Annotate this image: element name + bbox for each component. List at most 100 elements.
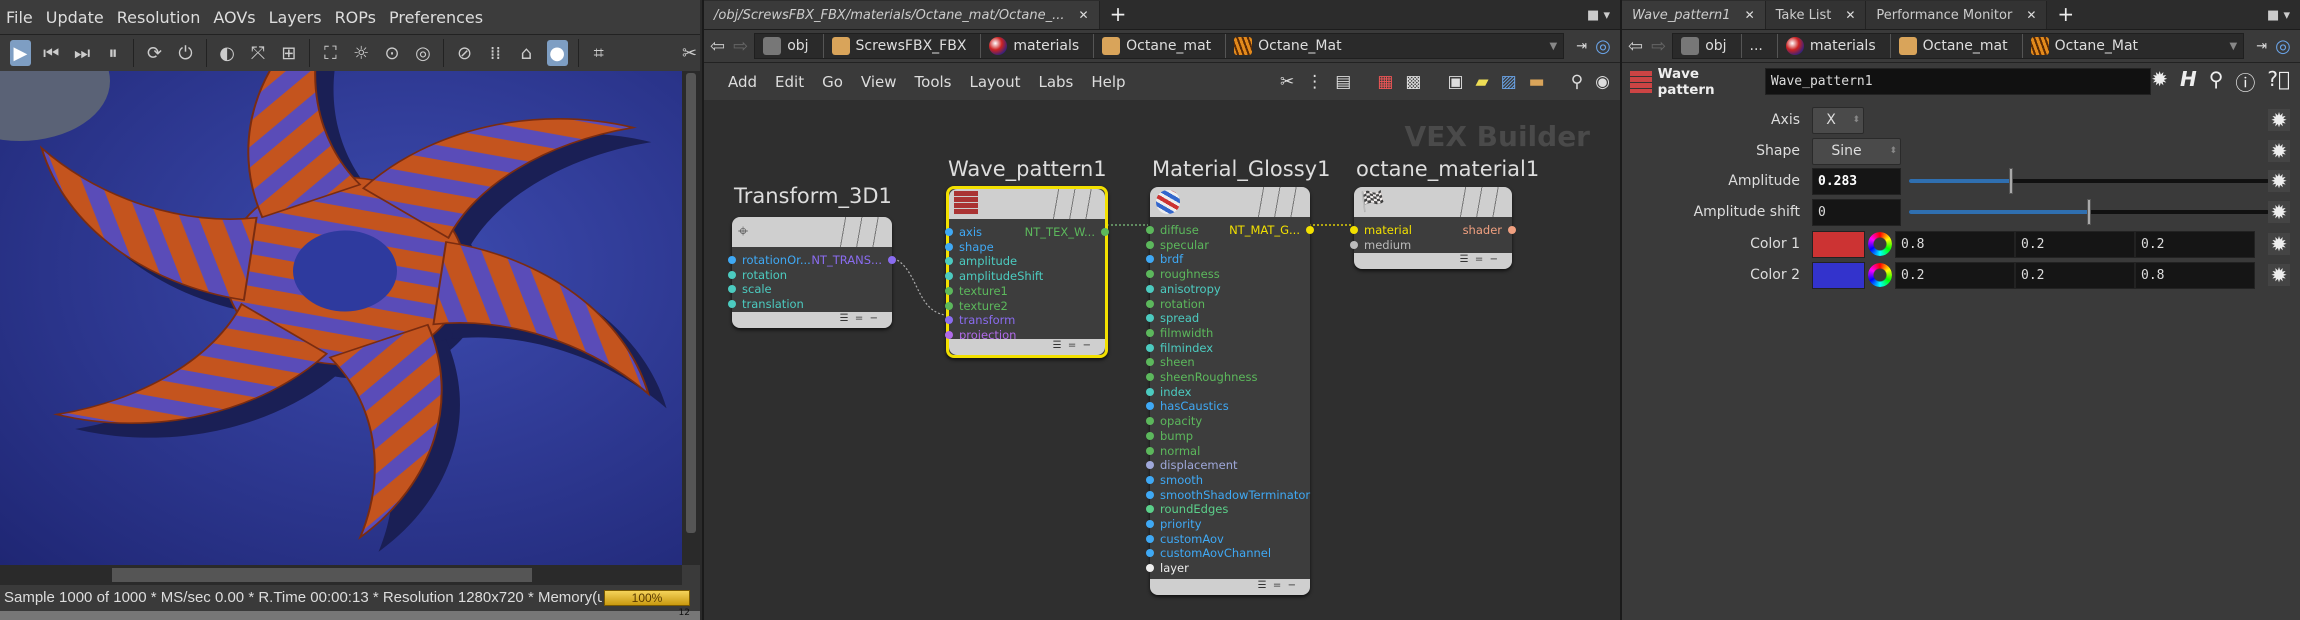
node-material-glossy[interactable]: diffuse specular brdf roughness anisotropy ro…	[1146, 187, 1314, 595]
input-port-roughness[interactable]: roughness	[1146, 267, 1220, 281]
output-port[interactable]: NT_TRANS...	[811, 253, 896, 267]
input-port-index[interactable]: index	[1146, 385, 1191, 399]
help-icon[interactable]: ?⃝	[2267, 67, 2290, 96]
tab-wave-pattern[interactable]: Wave_pattern1 ✕	[1622, 1, 1766, 29]
play-icon[interactable]: ▶	[10, 40, 31, 66]
port-dot[interactable]	[1146, 431, 1154, 440]
breadcrumb-materials[interactable]: materials	[981, 34, 1095, 58]
material-ball-icon[interactable]: ●	[546, 40, 568, 66]
previous-icon[interactable]: ⏮	[41, 40, 62, 66]
breadcrumb-dropdown-icon[interactable]: ▼	[1549, 41, 1557, 52]
add-layer-icon[interactable]: ⊞	[278, 40, 299, 66]
gear-icon[interactable]: ✹	[2151, 67, 2168, 96]
port-dot[interactable]	[1146, 299, 1154, 308]
menu-file[interactable]: File	[6, 8, 33, 27]
back-icon[interactable]: ⇦	[710, 36, 725, 57]
port-dot[interactable]	[1146, 461, 1154, 470]
breadcrumb-octane-mat-node[interactable]: Octane_Mat	[1226, 34, 1355, 58]
gear-icon[interactable]: ✹	[2268, 201, 2290, 223]
input-port-filmindex[interactable]: filmindex	[1146, 341, 1213, 355]
close-icon[interactable]: ✕	[1745, 8, 1755, 22]
tab-performance-monitor[interactable]: Performance Monitor ✕	[1866, 1, 2048, 29]
port-dot[interactable]	[1146, 387, 1154, 396]
breadcrumb-screwsfbx[interactable]: ScrewsFBX_FBX	[824, 34, 982, 58]
color1-g-field[interactable]: 0.2	[2015, 230, 2135, 258]
color1-b-field[interactable]: 0.2	[2135, 230, 2255, 258]
network-box-icon[interactable]: ▣	[1447, 72, 1463, 92]
input-port-rotation[interactable]: rotation	[728, 268, 787, 282]
port-dot[interactable]	[945, 330, 953, 339]
node-wave-pattern[interactable]: axis shape amplitude amplitudeShift texture1…	[945, 186, 1109, 358]
input-port-spread[interactable]: spread	[1146, 311, 1199, 325]
color2-swatch[interactable]	[1812, 261, 1865, 289]
port-dot[interactable]	[945, 228, 953, 236]
port-dot[interactable]	[1146, 564, 1154, 573]
color-wheel-icon[interactable]	[1868, 232, 1892, 256]
tools-icon[interactable]: ✂	[679, 40, 700, 66]
amplitude-shift-slider[interactable]	[1909, 199, 2269, 225]
gear-icon[interactable]: ✹	[2268, 233, 2290, 255]
pin-icon[interactable]: ⇥	[1576, 39, 1587, 54]
crop-icon[interactable]: ⌗	[588, 40, 609, 66]
port-dot[interactable]	[945, 316, 953, 325]
port-dot[interactable]	[1146, 534, 1154, 543]
port-dot[interactable]	[1508, 226, 1516, 234]
port-dot[interactable]	[1146, 490, 1154, 499]
port-dot[interactable]	[945, 286, 953, 295]
input-port-amplitudeShift[interactable]: amplitudeShift	[945, 269, 1043, 283]
menu-rops[interactable]: ROPs	[335, 8, 376, 27]
amplitude-slider[interactable]	[1909, 168, 2269, 194]
tab-take-list[interactable]: Take List ✕	[1765, 1, 1867, 29]
add-tab-icon[interactable]: +	[2047, 2, 2084, 29]
breadcrumb-octane-mat[interactable]: Octane_mat	[1094, 34, 1227, 58]
input-port-sheen[interactable]: sheen	[1146, 355, 1195, 369]
port-dot[interactable]	[1146, 226, 1154, 234]
sticky-note-icon[interactable]: ▰	[1476, 72, 1489, 92]
back-icon[interactable]: ⇦	[1628, 36, 1643, 57]
slider-handle[interactable]	[2087, 199, 2091, 225]
add-tab-icon[interactable]: +	[1100, 2, 1137, 29]
input-port-diffuse[interactable]: diffuse	[1146, 223, 1199, 237]
port-dot[interactable]	[1146, 520, 1154, 528]
menu-view[interactable]: View	[861, 73, 897, 91]
breadcrumb-octane-mat[interactable]: Octane_mat	[1891, 34, 2023, 58]
input-port-opacity[interactable]: opacity	[1146, 414, 1202, 428]
input-port-shape[interactable]: shape	[945, 240, 994, 254]
eye-icon[interactable]: ◉	[1595, 72, 1610, 92]
gear-icon[interactable]: ✹	[2268, 140, 2290, 162]
fit-icon[interactable]: ⤧	[248, 40, 269, 66]
port-dot[interactable]	[1146, 270, 1154, 279]
pin-icon[interactable]: ⇥	[2256, 39, 2267, 54]
input-port-axis[interactable]: axis	[945, 225, 982, 239]
port-dot[interactable]	[1350, 240, 1358, 249]
forward-icon[interactable]: ⇨	[733, 36, 748, 57]
input-port-displacement[interactable]: displacement	[1146, 458, 1238, 472]
input-port-medium[interactable]: medium	[1350, 238, 1411, 252]
menu-tools[interactable]: Tools	[915, 73, 952, 91]
port-dot[interactable]	[1146, 328, 1154, 337]
menu-go[interactable]: Go	[822, 73, 843, 91]
input-port-roundEdges[interactable]: roundEdges	[1146, 502, 1228, 516]
port-dot[interactable]	[1146, 314, 1154, 323]
gear-icon[interactable]: ✹	[2268, 109, 2290, 131]
amplitude-field[interactable]: 0.283	[1812, 167, 1901, 195]
input-port-bump[interactable]: bump	[1146, 429, 1193, 443]
breadcrumb-dropdown-icon[interactable]: ▼	[2229, 41, 2237, 52]
port-dot[interactable]	[1146, 402, 1154, 411]
input-port-smooth[interactable]: smooth	[1146, 473, 1203, 487]
input-port-customAovChannel[interactable]: customAovChannel	[1146, 546, 1271, 560]
input-port-rotationOr[interactable]: rotationOr...	[728, 253, 811, 267]
tree-icon[interactable]: ⋮	[1306, 72, 1323, 92]
color1-swatch[interactable]	[1812, 230, 1865, 258]
color2-b-field[interactable]: 0.8	[2135, 261, 2255, 289]
gear-icon[interactable]: ✹	[2268, 170, 2290, 192]
output-port[interactable]: NT_MAT_G...	[1229, 223, 1314, 237]
node-name-field[interactable]: Wave_pattern1	[1764, 68, 2152, 95]
input-port-scale[interactable]: scale	[728, 282, 772, 296]
color-wheel-icon[interactable]	[1868, 263, 1892, 287]
info-icon[interactable]: ⓘ	[2235, 67, 2255, 96]
refresh-icon[interactable]: ⟳	[144, 40, 165, 66]
port-dot[interactable]	[1146, 240, 1154, 249]
focus-icon[interactable]: ⛶	[320, 40, 341, 66]
pane-menu-icon[interactable]: ■ ▾	[2267, 8, 2290, 23]
